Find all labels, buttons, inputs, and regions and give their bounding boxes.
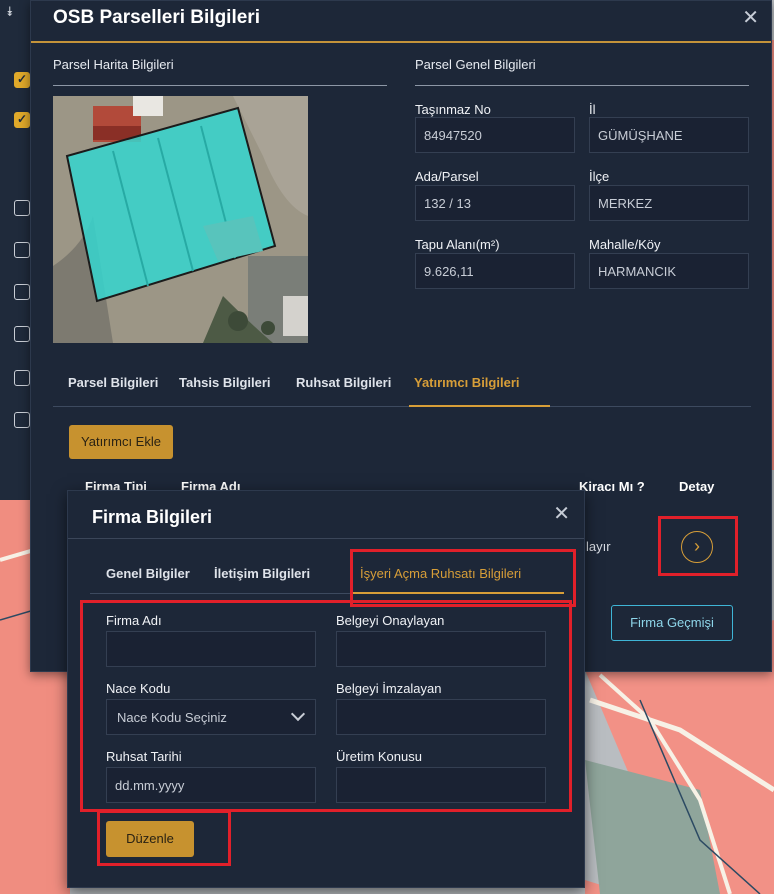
ruhsat-tarihi-label: Ruhsat Tarihi [106, 749, 182, 764]
layer-checkbox[interactable] [14, 242, 30, 258]
mahalle-koy-label: Mahalle/Köy [589, 237, 661, 252]
close-icon[interactable]: ✕ [553, 501, 570, 526]
parcel-satellite-image [53, 96, 308, 343]
firma-gecmisi-button[interactable]: Firma Geçmişi [611, 605, 733, 641]
dialog-title: OSB Parselleri Bilgileri [53, 7, 260, 28]
il-field[interactable]: GÜMÜŞHANE [589, 117, 749, 153]
tab-ruhsat-bilgileri[interactable]: Ruhsat Bilgileri [296, 375, 391, 390]
nace-kodu-label: Nace Kodu [106, 681, 171, 696]
tab-parsel-bilgileri[interactable]: Parsel Bilgileri [68, 375, 158, 390]
ruhsat-tarihi-input[interactable]: dd.mm.yyyy [106, 767, 316, 803]
tapu-alani-label: Tapu Alanı(m²) [415, 237, 500, 252]
firma-info-dialog: Firma Bilgileri ✕ Genel Bilgiler İletişi… [67, 490, 585, 888]
layer-checkbox[interactable] [14, 200, 30, 216]
tab-genel-bilgiler[interactable]: Genel Bilgiler [106, 566, 190, 581]
nace-kodu-select[interactable]: Nace Kodu Seçiniz [106, 699, 316, 735]
layer-checkbox[interactable]: ✓ [14, 112, 30, 128]
row-kiraci-value: layır [586, 539, 611, 554]
firma-adi-label: Firma Adı [106, 613, 162, 628]
uretim-konusu-label: Üretim Konusu [336, 749, 422, 764]
nace-kodu-placeholder: Nace Kodu Seçiniz [117, 710, 227, 725]
active-tab-indicator [350, 592, 564, 594]
tab-isyeri-acma-ruhsati[interactable]: İşyeri Açma Ruhsatı Bilgileri [360, 566, 521, 581]
ada-parsel-label: Ada/Parsel [415, 169, 479, 184]
layer-panel: ⯯ ✓ ✓ [0, 0, 34, 500]
chevron-right-circle-icon[interactable]: › [681, 531, 713, 563]
general-section-title: Parsel Genel Bilgileri [415, 57, 536, 72]
parcel-tabs: Parsel Bilgileri Tahsis Bilgileri Ruhsat… [53, 369, 751, 407]
ilce-label: İlçe [589, 169, 610, 184]
dialog-title: Firma Bilgileri [92, 507, 213, 527]
mahalle-koy-field[interactable]: HARMANCIK [589, 253, 749, 289]
tasinmaz-no-field[interactable]: 84947520 [415, 117, 575, 153]
section-divider [53, 85, 387, 86]
title-divider [31, 41, 771, 43]
belgeyi-onaylayan-input[interactable] [336, 631, 546, 667]
active-tab-indicator [409, 405, 550, 407]
section-divider [415, 85, 749, 86]
uretim-konusu-input[interactable] [336, 767, 546, 803]
collapse-icon[interactable]: ⯯ [6, 4, 14, 20]
chevron-down-icon [290, 706, 306, 722]
column-kiraci-mi: Kiracı Mı ? [579, 479, 645, 494]
il-label: İl [589, 102, 596, 117]
layer-checkbox[interactable]: ✓ [14, 72, 30, 88]
belgeyi-onaylayan-label: Belgeyi Onaylayan [336, 613, 445, 628]
firma-adi-input[interactable] [106, 631, 316, 667]
layer-checkbox[interactable] [14, 284, 30, 300]
belgeyi-imzalayan-input[interactable] [336, 699, 546, 735]
ada-parsel-field[interactable]: 132 / 13 [415, 185, 575, 221]
layer-checkbox[interactable] [14, 326, 30, 342]
ilce-field[interactable]: MERKEZ [589, 185, 749, 221]
tab-tahsis-bilgileri[interactable]: Tahsis Bilgileri [179, 375, 271, 390]
column-detay: Detay [679, 479, 715, 494]
tasinmaz-no-label: Taşınmaz No [415, 102, 491, 117]
duzenle-button[interactable]: Düzenle [106, 821, 194, 857]
tab-yatirimci-bilgileri[interactable]: Yatırımcı Bilgileri [414, 375, 520, 390]
close-icon[interactable]: ✕ [742, 5, 759, 30]
layer-checkbox[interactable] [14, 370, 30, 386]
tab-iletisim-bilgileri[interactable]: İletişim Bilgileri [214, 566, 310, 581]
belgeyi-imzalayan-label: Belgeyi İmzalayan [336, 681, 442, 696]
title-divider [68, 538, 584, 539]
tapu-alani-field[interactable]: 9.626,11 [415, 253, 575, 289]
layer-checkbox[interactable] [14, 412, 30, 428]
add-investor-button[interactable]: Yatırımcı Ekle [69, 425, 173, 459]
map-section-title: Parsel Harita Bilgileri [53, 57, 174, 72]
